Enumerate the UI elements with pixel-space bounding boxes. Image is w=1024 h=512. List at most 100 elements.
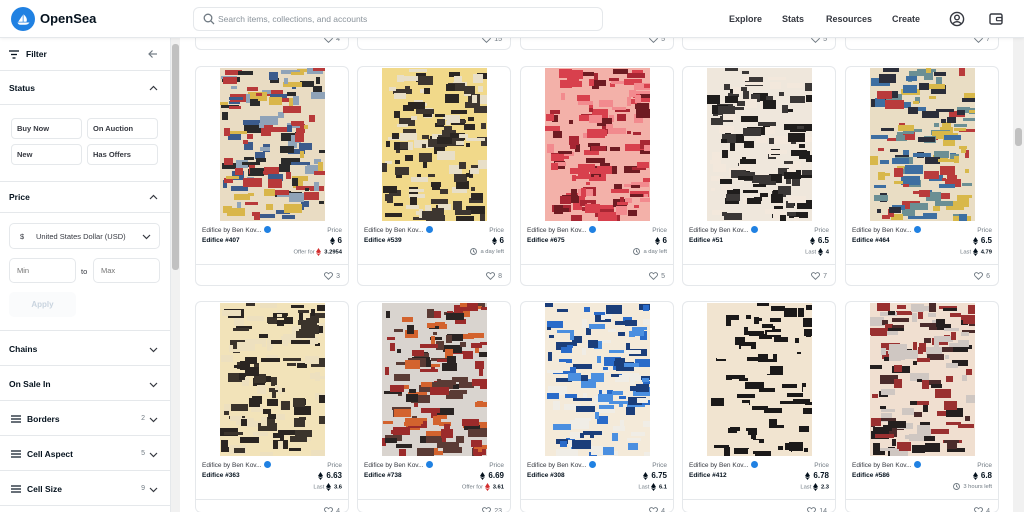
chevron-up-icon[interactable] — [149, 84, 158, 93]
chevron-down-icon[interactable] — [149, 380, 158, 389]
nft-card[interactable]: Edifice by Ben Kov... Price Edifice #539… — [357, 66, 511, 286]
on-sale-in-section[interactable]: On Sale In — [0, 366, 171, 401]
account-icon[interactable] — [949, 11, 965, 27]
sub-value: 6.1 — [658, 484, 667, 491]
nft-card[interactable]: Edifice by Ben Kov... Price Edifice #412… — [682, 301, 836, 512]
status-buy-now[interactable]: Buy Now — [11, 118, 82, 139]
nft-card[interactable]: Edifice by Ben Kov... Price Edifice #738… — [357, 301, 511, 512]
apply-button[interactable]: Apply — [9, 292, 76, 317]
nft-card[interactable]: Edifice by Ben Kov... Price Edifice #464… — [845, 66, 999, 286]
sidebar-scroll-thumb[interactable] — [172, 44, 179, 270]
collection-name[interactable]: Edifice by Ben Kov... — [364, 226, 433, 234]
item-name[interactable]: Edifice #51 — [689, 237, 723, 244]
collection-name[interactable]: Edifice by Ben Kov... — [689, 226, 758, 235]
item-name[interactable]: Edifice #675 — [527, 237, 565, 244]
nft-card[interactable]: Edifice by Ben Kov... Price Edifice #586… — [845, 301, 999, 512]
collection-name[interactable]: Edifice by Ben Kov... — [689, 461, 758, 469]
nft-image[interactable] — [683, 67, 835, 222]
item-name[interactable]: Edifice #363 — [202, 472, 240, 479]
heart-icon[interactable] — [974, 507, 984, 512]
status-section-header[interactable]: Status — [0, 71, 171, 105]
like-count: 7 — [811, 272, 827, 280]
nft-card[interactable]: Edifice by Ben Kov... Price Edifice #363… — [195, 301, 349, 512]
nft-image[interactable] — [358, 302, 510, 457]
borders-section[interactable]: Borders 2 — [0, 401, 171, 436]
collection-name[interactable]: Edifice by Ben Kov... — [852, 461, 921, 469]
collection-name[interactable]: Edifice by Ben Kov... — [852, 226, 921, 234]
nft-image[interactable] — [358, 67, 510, 222]
item-name[interactable]: Edifice #738 — [364, 472, 402, 479]
heart-icon[interactable] — [811, 272, 821, 280]
item-name[interactable]: Edifice #412 — [689, 472, 727, 479]
nft-card[interactable]: Edifice by Ben Kov... Price Edifice #51 … — [682, 66, 836, 286]
collapse-arrow-icon[interactable] — [148, 49, 158, 59]
heart-icon[interactable] — [324, 272, 334, 280]
heart-icon[interactable] — [486, 272, 496, 280]
item-price-value: 6.5 — [980, 236, 992, 245]
collection-name[interactable]: Edifice by Ben Kov... — [527, 226, 596, 234]
main-scrollbar[interactable] — [1013, 38, 1024, 512]
status-title: Status — [9, 83, 35, 93]
main-scroll-thumb[interactable] — [1015, 128, 1022, 146]
borders-count: 2 — [141, 415, 145, 422]
item-subtext: Last 4.79 — [960, 248, 992, 256]
heart-icon[interactable] — [482, 507, 492, 512]
nft-image[interactable] — [196, 302, 348, 457]
search-input[interactable] — [218, 11, 588, 27]
price-label: Price — [814, 227, 829, 234]
heart-icon[interactable] — [649, 507, 659, 512]
nft-image[interactable] — [521, 67, 673, 222]
nav-resources[interactable]: Resources — [826, 14, 872, 24]
nft-card[interactable]: Edifice by Ben Kov... Price Edifice #675… — [520, 66, 674, 286]
chevron-down-icon[interactable] — [149, 345, 158, 354]
artwork-image — [706, 68, 812, 221]
nft-card[interactable]: Edifice by Ben Kov... Price Edifice #308… — [520, 301, 674, 512]
status-has-offers[interactable]: Has Offers — [87, 144, 158, 165]
item-name[interactable]: Edifice #539 — [364, 237, 402, 244]
item-name[interactable]: Edifice #464 — [852, 237, 890, 244]
nft-image[interactable] — [196, 67, 348, 222]
collection-name[interactable]: Edifice by Ben Kov... — [527, 461, 596, 469]
chevron-up-icon[interactable] — [149, 193, 158, 202]
nft-image[interactable] — [846, 302, 998, 457]
item-name[interactable]: Edifice #407 — [202, 237, 240, 244]
collection-name[interactable]: Edifice by Ben Kov... — [364, 461, 433, 469]
collection-name[interactable]: Edifice by Ben Kov... — [202, 226, 271, 234]
nav-explore[interactable]: Explore — [729, 14, 762, 24]
nav-create[interactable]: Create — [892, 14, 920, 24]
item-name[interactable]: Edifice #308 — [527, 472, 565, 479]
search-bar[interactable] — [193, 7, 603, 31]
nav-stats[interactable]: Stats — [782, 14, 804, 24]
cell-aspect-section[interactable]: Cell Aspect 5 — [0, 436, 171, 471]
heart-icon[interactable] — [324, 507, 334, 512]
collection-name-text: Edifice by Ben Kov... — [689, 227, 749, 235]
nft-image[interactable] — [683, 302, 835, 457]
heart-icon[interactable] — [974, 272, 984, 280]
item-price: 6.63 — [318, 471, 342, 480]
collection-name[interactable]: Edifice by Ben Kov... — [202, 461, 271, 469]
nft-image[interactable] — [846, 67, 998, 222]
chevron-down-icon[interactable] — [149, 485, 158, 494]
heart-icon[interactable] — [807, 507, 817, 512]
cell-size-section[interactable]: Cell Size 9 — [0, 471, 171, 506]
nft-card[interactable]: Edifice by Ben Kov... Price Edifice #407… — [195, 66, 349, 286]
price-max-input[interactable] — [93, 258, 160, 283]
item-price-value: 6.5 — [817, 236, 829, 245]
item-subtext: Last 4 — [805, 248, 829, 256]
chevron-down-icon[interactable] — [149, 415, 158, 424]
price-min-input[interactable] — [9, 258, 76, 283]
status-on-auction[interactable]: On Auction — [87, 118, 158, 139]
opensea-logo-icon[interactable] — [11, 7, 35, 31]
sub-value: 4 — [825, 249, 829, 256]
currency-select[interactable]: $ United States Dollar (USD) — [9, 223, 160, 249]
price-label: Price — [652, 462, 667, 469]
chains-section[interactable]: Chains — [0, 331, 171, 366]
chevron-down-icon[interactable] — [149, 450, 158, 459]
heart-icon[interactable] — [649, 272, 659, 280]
wallet-icon[interactable] — [988, 11, 1004, 27]
status-new[interactable]: New — [11, 144, 82, 165]
nft-image[interactable] — [521, 302, 673, 457]
price-section-header[interactable]: Price — [0, 182, 171, 213]
brand-name[interactable]: OpenSea — [40, 11, 96, 26]
item-name[interactable]: Edifice #586 — [852, 472, 890, 479]
